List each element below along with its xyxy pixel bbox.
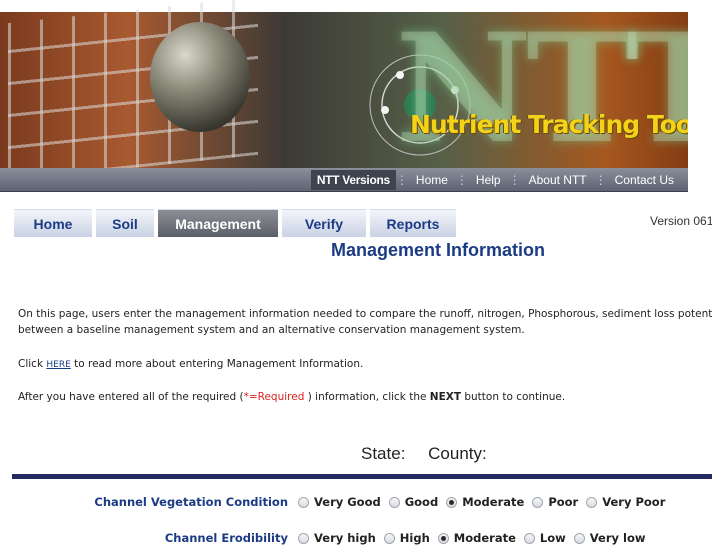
veg-option-good[interactable]: Good (388, 495, 439, 509)
top-navigation-bar: NTT Versions ⋮ Home ⋮ Help ⋮ About NTT ⋮… (0, 168, 688, 192)
help-link-paragraph: Click HERE to read more about entering M… (18, 356, 363, 373)
section-divider (12, 474, 712, 479)
nav-contact-us[interactable]: Contact Us (607, 173, 682, 187)
option-label: Good (404, 495, 439, 509)
banner-sphere-graphic (150, 22, 250, 132)
tab-management[interactable]: Management (158, 209, 278, 237)
nav-separator: ⋮ (395, 173, 408, 187)
tab-reports[interactable]: Reports (370, 209, 456, 237)
help-prefix: Click (18, 358, 47, 370)
option-label: Poor (548, 495, 579, 509)
required-legend: *=Required (243, 391, 305, 403)
ntt-logo-letters: NTT (395, 1, 712, 168)
erod-option-moderate[interactable]: Moderate (437, 531, 516, 545)
page-title: Management Information (331, 240, 546, 260)
radio-button[interactable] (383, 532, 395, 544)
tab-soil[interactable]: Soil (96, 209, 154, 237)
option-label: Very Poor (602, 495, 666, 509)
channel-vegetation-row: Channel Vegetation Condition Very Good G… (0, 491, 712, 513)
veg-option-very-good[interactable]: Very Good (298, 495, 381, 509)
radio-button[interactable] (523, 532, 535, 544)
channel-erodibility-row: Channel Erodibility Very high High Moder… (0, 527, 712, 549)
nav-separator: ⋮ (455, 173, 468, 187)
main-tabs: Home Soil Management Verify Reports (14, 209, 456, 237)
banner-right-edge (688, 0, 712, 200)
location-row: State: County: (361, 444, 505, 464)
tab-home[interactable]: Home (14, 209, 92, 237)
radio-button-selected[interactable] (446, 496, 458, 508)
header-banner: NTT Nutrient Tracking Tool (0, 0, 712, 168)
intro-line-1: On this page, users enter the management… (18, 308, 712, 320)
option-label: Very high (314, 531, 376, 545)
radio-button[interactable] (388, 496, 400, 508)
nav-separator: ⋮ (594, 173, 607, 187)
option-label: Moderate (462, 495, 525, 509)
nav-home[interactable]: Home (408, 173, 456, 187)
radio-button[interactable] (298, 532, 309, 544)
option-label: Low (539, 531, 566, 545)
veg-option-moderate[interactable]: Moderate (446, 495, 524, 509)
instructions-paragraph: After you have entered all of the requir… (18, 389, 565, 405)
help-suffix: to read more about entering Management I… (70, 358, 364, 370)
option-label: Moderate (453, 531, 516, 545)
banner-title: Nutrient Tracking Tool (410, 110, 701, 139)
option-label: Very Good (314, 495, 381, 509)
erod-option-low[interactable]: Low (523, 531, 566, 545)
state-label: State: (361, 444, 406, 463)
intro-paragraph: On this page, users enter the management… (18, 306, 712, 338)
nav-separator: ⋮ (508, 173, 521, 187)
instructions-prefix: After you have entered all of the requir… (18, 391, 244, 403)
radio-button[interactable] (532, 496, 544, 508)
county-label: County: (428, 444, 487, 463)
radio-button-selected[interactable] (437, 532, 449, 544)
option-label: High (399, 531, 430, 545)
top-navigation-links: NTT Versions ⋮ Home ⋮ Help ⋮ About NTT ⋮… (310, 168, 682, 192)
erod-option-high[interactable]: High (383, 531, 430, 545)
option-label: Very low (589, 531, 646, 545)
intro-line-2: between a baseline management system and… (18, 324, 525, 336)
veg-option-poor[interactable]: Poor (532, 495, 578, 509)
nav-help[interactable]: Help (468, 173, 509, 187)
radio-button[interactable] (586, 496, 598, 508)
erod-option-very-high[interactable]: Very high (298, 531, 376, 545)
radio-button[interactable] (298, 496, 309, 508)
version-label: Version 0613 (650, 214, 712, 228)
channel-erodibility-label: Channel Erodibility (164, 531, 288, 545)
veg-option-very-poor[interactable]: Very Poor (586, 495, 665, 509)
tab-verify[interactable]: Verify (282, 209, 366, 237)
instructions-suffix: button to continue. (461, 391, 566, 403)
radio-button[interactable] (573, 532, 585, 544)
instructions-middle: ) information, click the (304, 391, 430, 403)
next-keyword: NEXT (429, 391, 462, 403)
nav-about-ntt[interactable]: About NTT (521, 173, 595, 187)
help-here-link[interactable]: HERE (46, 360, 70, 370)
nav-ntt-versions[interactable]: NTT Versions (310, 170, 396, 190)
erod-option-very-low[interactable]: Very low (573, 531, 646, 545)
channel-vegetation-label: Channel Vegetation Condition (94, 495, 288, 509)
